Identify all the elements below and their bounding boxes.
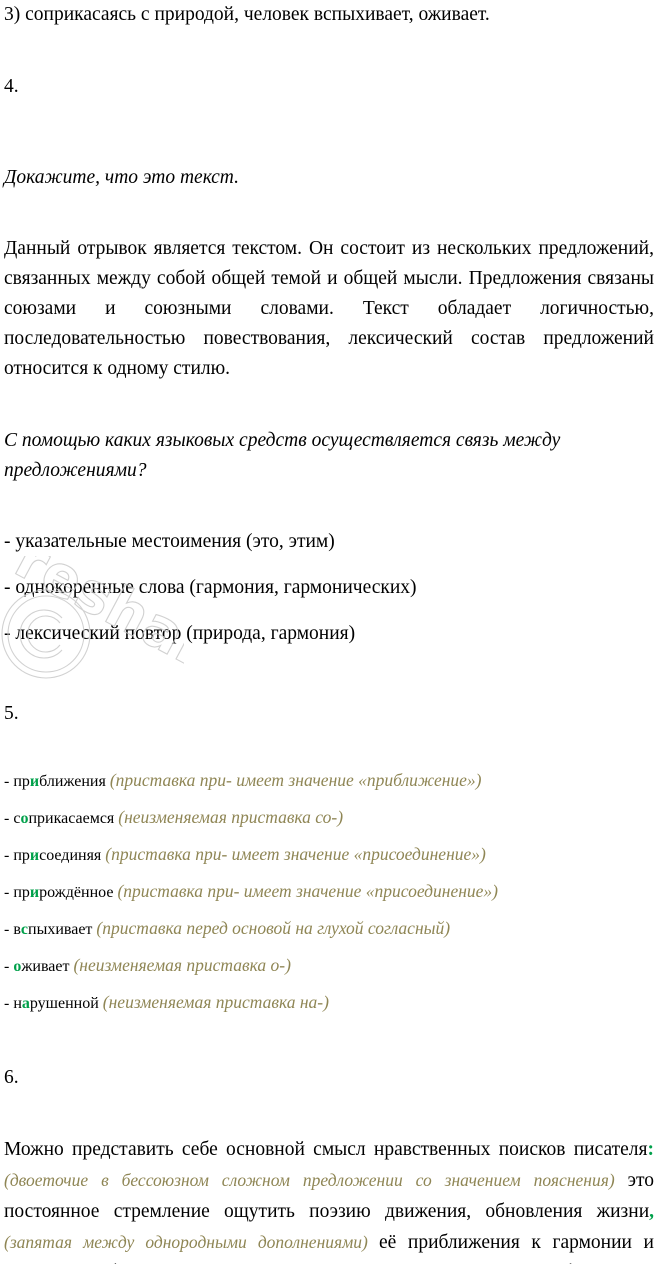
punctuation-note: (запятая между однородными дополнениями) [4,1232,379,1252]
analysed-word: прирождённое [13,884,113,901]
task-4-number: 4. [4,75,19,97]
answer-page: reshak.ru 3) соприкасаясь с природой, че… [0,0,660,1264]
language-means-item: - лексический повтор (природа, гармония) [4,623,356,644]
word-part-after: рушенной [29,995,99,1012]
list-dash: - [4,995,14,1012]
analysed-word: приближения [13,773,106,790]
analysed-word: присоединяя [13,847,101,864]
prefix-word-row: - оживает (неизменяемая приставка о-) [4,955,654,976]
analysed-word: оживает [13,958,69,975]
prefix-word-row: - приближения (приставка при- имеет знач… [4,770,654,791]
task-4-prompt-2: С помощью каких языковых средств осущест… [4,429,561,481]
highlighted-letter: с [20,921,28,938]
highlighted-punctuation: , [649,1201,654,1222]
word-part-before: пр [13,773,30,790]
prefix-word-row: - присоединяя (приставка при- имеет знач… [4,844,654,865]
spelling-note: (неизменяемая приставка на-) [102,992,329,1012]
prefix-word-row: - нарушенной (неизменяемая приставка на-… [4,992,654,1013]
list-dash: - [4,884,14,901]
task-4-prompt: Докажите, что это текст. [4,166,239,188]
highlighted-letter: а [21,995,30,1012]
language-means-item: - однокоренные слова (гармония, гармонич… [4,577,417,598]
task-6-answer: Можно представить себе основной смысл нр… [4,1134,654,1264]
word-part-before: в [13,921,21,938]
task-5-word-list: - приближения (приставка при- имеет знач… [4,770,654,1013]
analysed-word: вспыхивает [13,921,92,938]
word-part-before: пр [13,847,30,864]
word-part-before: н [13,995,22,1012]
word-part-after: соединяя [39,847,102,864]
punctuation-note: (двоеточие в бессоюзном сложном предложе… [4,1170,628,1190]
highlighted-letter: и [29,773,40,790]
word-part-after: пыхивает [28,921,93,938]
answer-text-run: Можно представить себе основной смысл нр… [4,1139,648,1160]
prefix-word-row: - вспыхивает (приставка перед основой на… [4,918,654,939]
word-part-after: ближения [39,773,106,790]
spelling-note: (приставка при- имеет значение «присоеди… [117,881,499,901]
language-means-list: - указательные местоимения (это, этим) - … [4,527,654,649]
prefix-word-row: - соприкасаемся (неизменяемая приставка … [4,807,654,828]
word-part-after: живает [21,958,70,975]
prefix-word-row: - прирождённое (приставка при- имеет зна… [4,881,654,902]
task-5-number: 5. [4,702,19,724]
highlighted-punctuation: : [647,1139,655,1160]
highlighted-letter: и [29,847,40,864]
analysed-word: соприкасаемся [13,810,114,827]
analysed-word: нарушенной [13,995,98,1012]
spelling-note: (приставка перед основой на глухой согла… [96,918,451,938]
spelling-note: (неизменяемая приставка со-) [118,807,344,827]
word-part-after: прикасаемся [28,810,115,827]
word-part-after: рождённое [39,884,114,901]
task-6-number: 6. [4,1066,19,1088]
list-dash: - [4,810,14,827]
list-dash: - [4,773,14,790]
spelling-note: (неизменяемая приставка о-) [73,955,291,975]
spelling-note: (приставка при- имеет значение «присоеди… [105,844,486,864]
language-means-item: - указательные местоимения (это, этим) [4,531,335,552]
list-dash: - [4,921,14,938]
list-dash: - [4,847,14,864]
line-3-text: 3) соприкасаясь с природой, человек вспы… [4,4,490,25]
spelling-note: (приставка при- имеет значение «приближе… [109,770,482,790]
list-dash: - [4,958,14,975]
task-4-answer: Данный отрывок является текстом. Он сост… [4,238,654,379]
word-part-before: пр [13,884,30,901]
highlighted-letter: и [29,884,40,901]
